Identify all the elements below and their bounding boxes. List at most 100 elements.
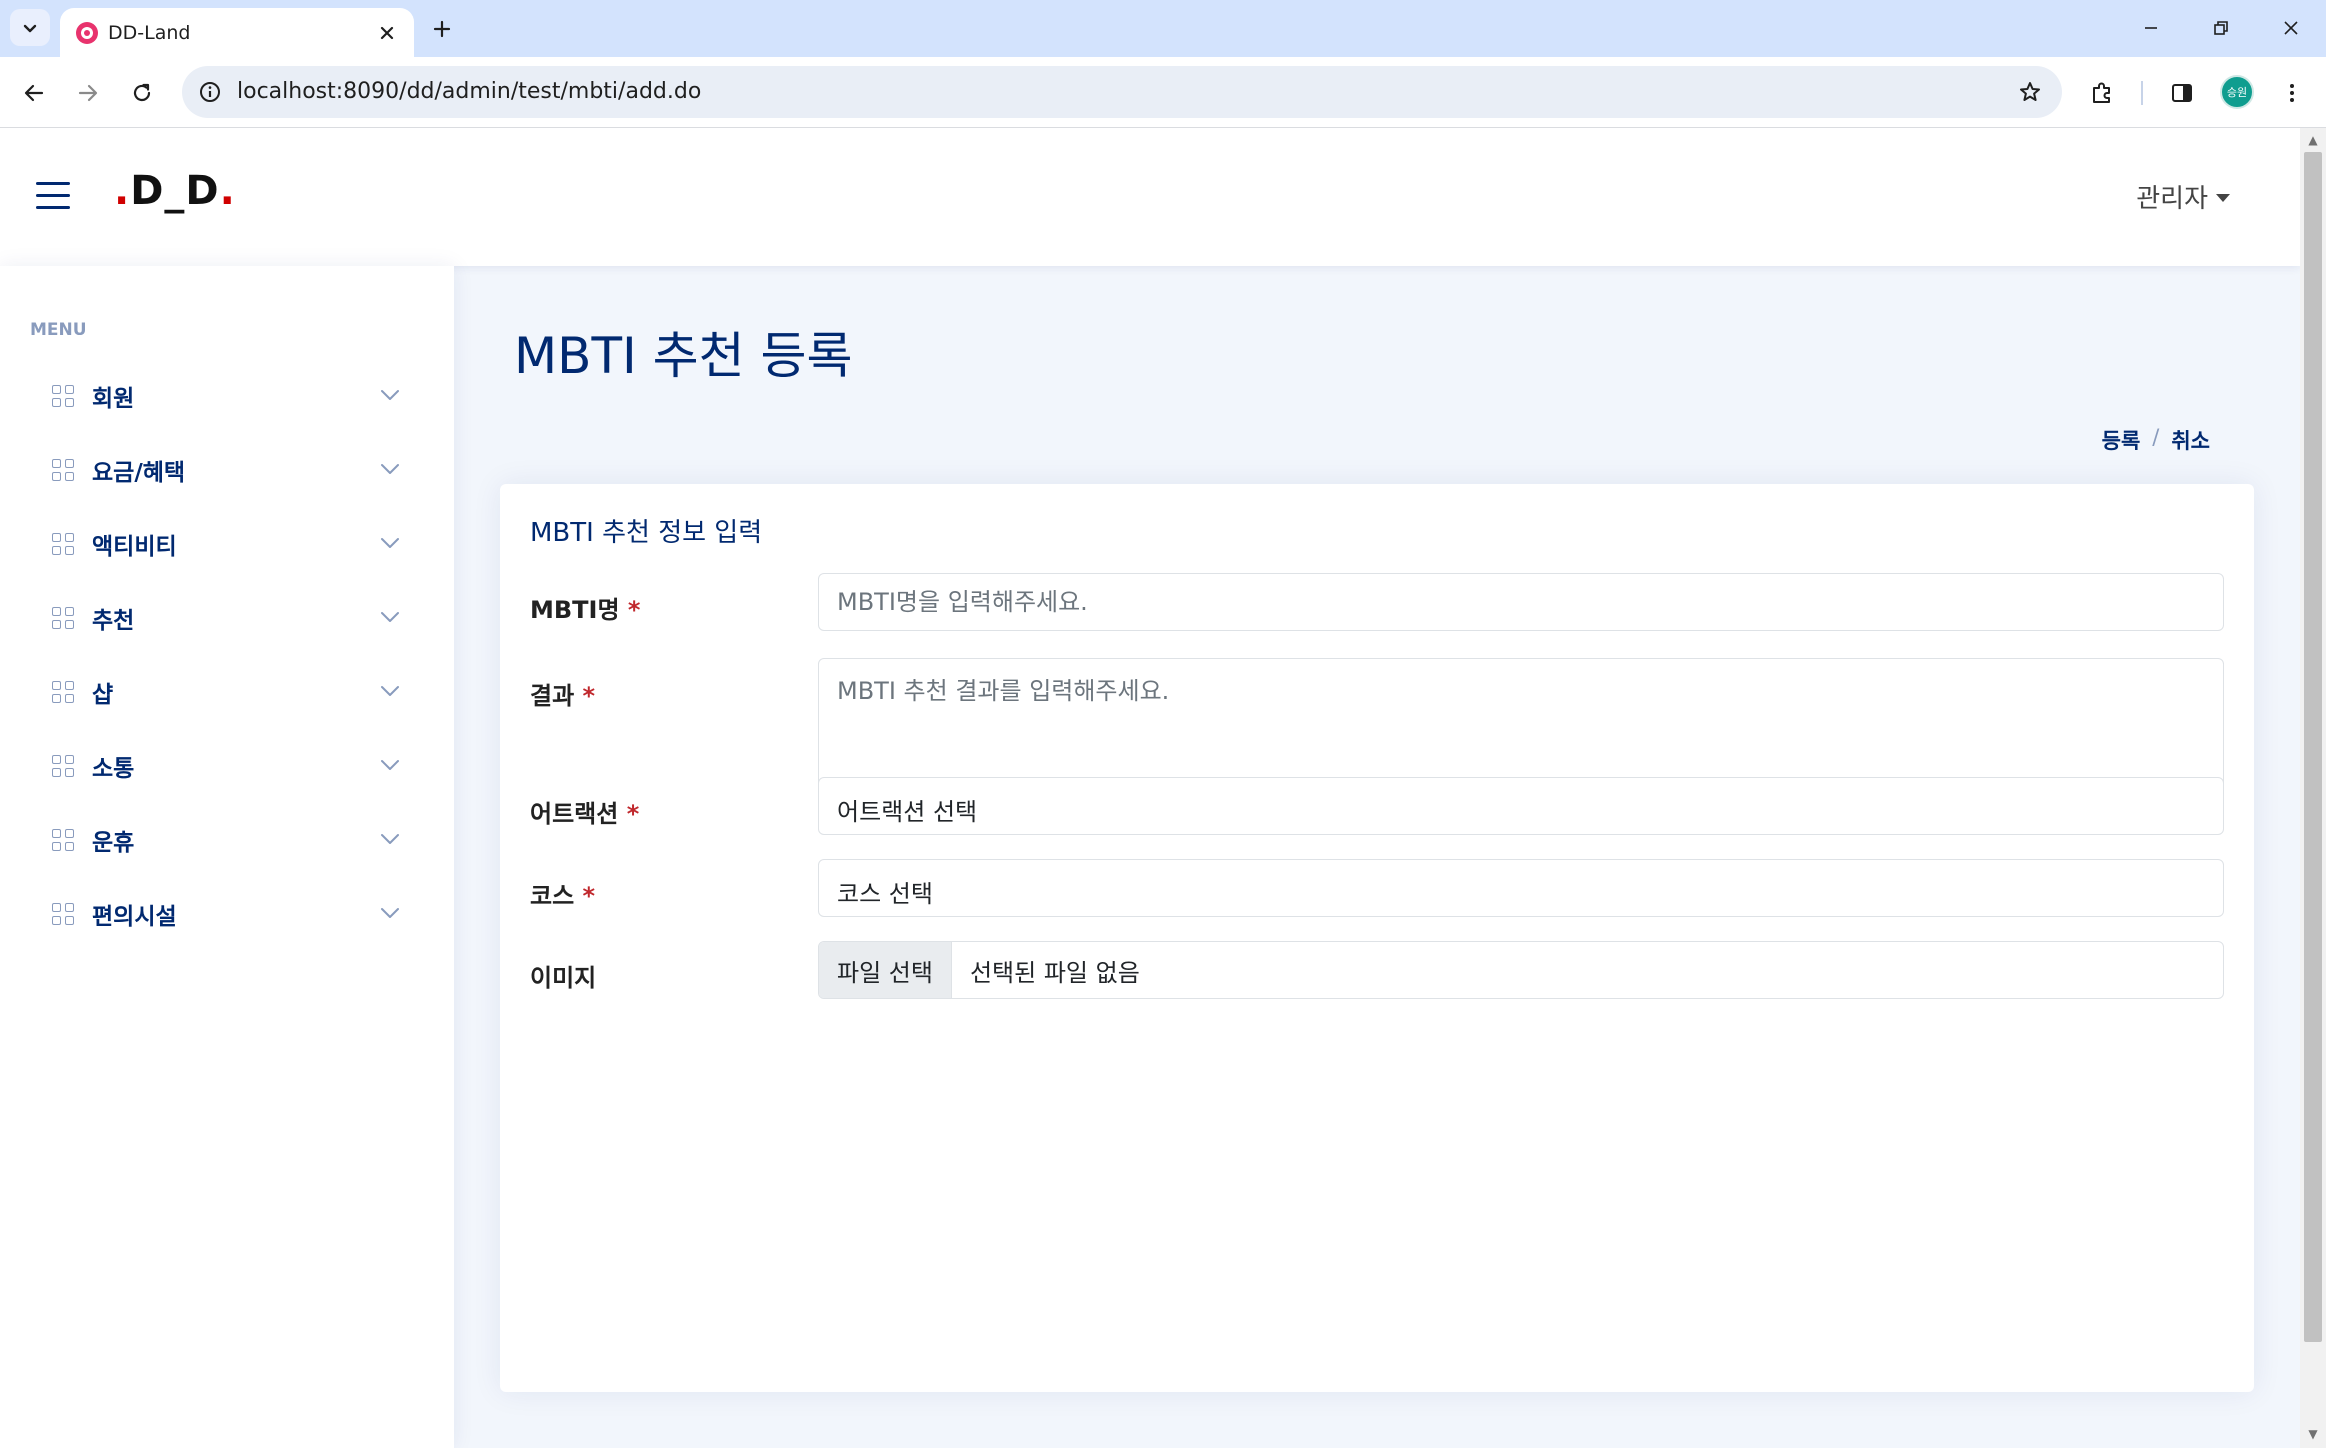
chevron-down-icon: [378, 531, 402, 555]
sidebar-item-facilities[interactable]: 편의시설: [52, 887, 402, 941]
grid-icon: [52, 533, 74, 555]
chevron-down-icon: [378, 457, 402, 481]
close-icon: [2282, 19, 2300, 37]
mbti-name-input[interactable]: [818, 573, 2224, 631]
sidebar-item-label: 편의시설: [92, 897, 177, 931]
page-scrollbar[interactable]: ▲ ▼: [2300, 128, 2326, 1448]
extensions-button[interactable]: [2082, 73, 2122, 113]
sidebar-item-community[interactable]: 소통: [52, 739, 402, 793]
required-mark: *: [628, 596, 641, 624]
cancel-link[interactable]: 취소: [2171, 425, 2210, 455]
minimize-button[interactable]: [2126, 8, 2176, 48]
site-logo[interactable]: .D_D.: [114, 168, 236, 214]
sidebar: MENU 회원 요금/혜택 액티비티 추천 샵 소통: [0, 266, 454, 1448]
sidebar-item-closures[interactable]: 운휴: [52, 813, 402, 867]
chevron-down-icon: [22, 20, 38, 36]
arrow-right-icon: [76, 81, 100, 105]
sidebar-item-label: 소통: [92, 749, 134, 783]
side-panel-icon: [2170, 81, 2194, 105]
sidebar-item-recommend[interactable]: 추천: [52, 591, 402, 645]
page-title: MBTI 추천 등록: [514, 316, 853, 388]
grid-icon: [52, 459, 74, 481]
minimize-icon: [2142, 19, 2160, 37]
grid-icon: [52, 829, 74, 851]
sidebar-item-pricing[interactable]: 요금/혜택: [52, 443, 402, 497]
url-text[interactable]: localhost:8090/dd/admin/test/mbti/add.do: [237, 79, 701, 104]
grid-icon: [52, 755, 74, 777]
logo-dot: .: [114, 168, 130, 214]
menu-heading: MENU: [30, 320, 87, 340]
sidebar-item-members[interactable]: 회원: [52, 369, 402, 423]
forward-button[interactable]: [68, 73, 108, 113]
course-label-text: 코스: [530, 882, 574, 910]
web-page: .D_D. 관리자 MENU 회원 요금/혜택 액티비티 추천: [0, 128, 2300, 1448]
attraction-select[interactable]: 어트랙션 선택: [818, 777, 2224, 835]
mbti-name-label: MBTI명 *: [530, 590, 640, 625]
image-file-input[interactable]: 파일 선택 선택된 파일 없음: [818, 941, 2224, 999]
scroll-down-icon[interactable]: ▼: [2305, 1426, 2321, 1442]
chevron-down-icon: [378, 383, 402, 407]
toolbar-divider: [2141, 81, 2143, 105]
new-tab-button[interactable]: [424, 11, 460, 47]
course-select[interactable]: 코스 선택: [818, 859, 2224, 917]
tab-close-button[interactable]: [372, 18, 402, 48]
site-info-button[interactable]: [192, 74, 228, 110]
reload-button[interactable]: [122, 73, 162, 113]
favicon-icon: [74, 20, 100, 46]
sidebar-item-label: 추천: [92, 601, 134, 635]
required-mark: *: [583, 882, 596, 910]
restore-button[interactable]: [2196, 8, 2246, 48]
attraction-label-text: 어트랙션: [530, 800, 618, 828]
required-mark: *: [627, 800, 640, 828]
choose-file-button[interactable]: 파일 선택: [819, 942, 952, 998]
restore-icon: [2212, 19, 2230, 37]
sidebar-item-label: 요금/혜택: [92, 453, 185, 487]
address-bar[interactable]: localhost:8090/dd/admin/test/mbti/add.do: [182, 66, 2062, 118]
form-card: MBTI 추천 정보 입력 MBTI명 * 결과 * 어트랙션 * 어트랙션 선…: [500, 484, 2254, 1392]
register-link[interactable]: 등록: [2102, 425, 2141, 455]
browser-menu-button[interactable]: [2272, 73, 2312, 113]
admin-dropdown[interactable]: 관리자: [2136, 178, 2230, 215]
result-label: 결과 *: [530, 676, 595, 711]
breadcrumb: 등록 / 취소: [2102, 425, 2210, 455]
window-close-button[interactable]: [2266, 8, 2316, 48]
scroll-up-icon[interactable]: ▲: [2305, 132, 2321, 148]
profile-avatar[interactable]: 승원: [2220, 75, 2254, 109]
breadcrumb-separator: /: [2152, 425, 2159, 455]
sidebar-item-activity[interactable]: 액티비티: [52, 517, 402, 571]
side-panel-button[interactable]: [2162, 73, 2202, 113]
admin-label: 관리자: [2136, 178, 2208, 215]
grid-icon: [52, 607, 74, 629]
logo-text: D_D: [130, 168, 219, 214]
browser-tab-active[interactable]: DD-Land: [60, 8, 414, 58]
reload-icon: [130, 81, 154, 105]
grid-icon: [52, 681, 74, 703]
caret-down-icon: [2216, 194, 2230, 202]
file-status-text: 선택된 파일 없음: [952, 942, 1158, 998]
course-label: 코스 *: [530, 876, 595, 911]
bookmark-button[interactable]: [2012, 74, 2048, 110]
sidebar-toggle-icon[interactable]: [36, 182, 72, 212]
chevron-down-icon: [378, 605, 402, 629]
logo-dot: .: [220, 168, 236, 214]
star-icon: [2018, 80, 2042, 104]
image-label: 이미지: [530, 958, 596, 993]
scroll-thumb[interactable]: [2304, 152, 2322, 1342]
sidebar-item-label: 운휴: [92, 823, 134, 857]
tab-search-button[interactable]: [10, 9, 50, 46]
more-vertical-icon: [2280, 81, 2304, 105]
sidebar-item-shop[interactable]: 샵: [52, 665, 402, 719]
browser-tabstrip: DD-Land: [0, 0, 2326, 57]
back-button[interactable]: [14, 73, 54, 113]
grid-icon: [52, 903, 74, 925]
sidebar-item-label: 샵: [92, 675, 113, 709]
close-icon: [379, 25, 395, 41]
attraction-label: 어트랙션 *: [530, 794, 639, 829]
puzzle-icon: [2089, 80, 2115, 106]
chevron-down-icon: [378, 901, 402, 925]
chevron-down-icon: [378, 679, 402, 703]
sidebar-item-label: 액티비티: [92, 527, 177, 561]
chevron-down-icon: [378, 753, 402, 777]
info-icon: [199, 81, 221, 103]
site-header: .D_D. 관리자: [0, 128, 2300, 266]
